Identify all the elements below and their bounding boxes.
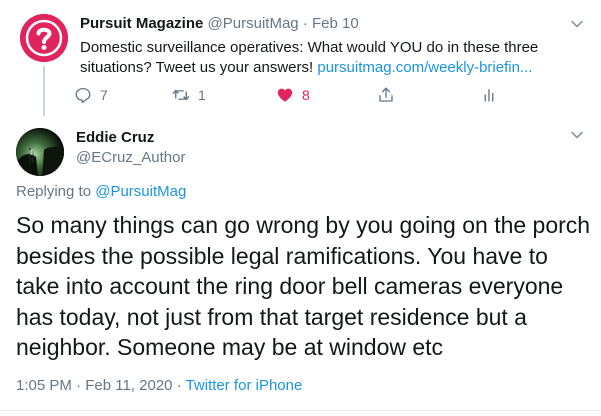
reply-count: 7 [100, 87, 108, 103]
parent-tweet-link[interactable]: pursuitmag.com/weekly-briefin... [317, 59, 532, 76]
pursuit-magazine-avatar[interactable] [20, 14, 68, 62]
parent-tweet-text: Domestic surveillance operatives: What w… [80, 38, 560, 78]
main-author-handle[interactable]: @ECruz_Author [76, 149, 185, 166]
chevron-down-icon [571, 20, 583, 28]
main-tweet-menu-button[interactable] [570, 128, 584, 142]
main-author-name[interactable]: Eddie Cruz [76, 129, 154, 146]
meta-separator: · [176, 377, 182, 394]
parent-tweet-actions: 7 1 8 [74, 84, 534, 106]
main-tweet-metadata: 1:05 PM · Feb 11, 2020 · Twitter for iPh… [16, 377, 302, 394]
retweet-icon [172, 89, 190, 101]
eddie-cruz-avatar[interactable] [16, 128, 64, 176]
parent-tweet-menu-button[interactable] [570, 17, 584, 31]
tweet-source-link[interactable]: Twitter for iPhone [186, 377, 303, 394]
tweet-divider [0, 410, 601, 411]
replying-to: Replying to @PursuitMag [16, 183, 186, 200]
share-button[interactable] [377, 84, 395, 106]
retweet-count: 1 [198, 87, 206, 103]
tweet-date[interactable]: Feb 11, 2020 [85, 377, 172, 394]
parent-author-name[interactable]: Pursuit Magazine [80, 15, 203, 32]
profile-photo [16, 128, 64, 176]
analytics-button[interactable] [480, 84, 498, 106]
heart-icon [277, 88, 293, 102]
question-mark-icon [20, 14, 68, 62]
like-count: 8 [302, 87, 310, 103]
chevron-down-icon [571, 131, 583, 139]
share-icon [379, 87, 393, 102]
thread-connector-line [43, 66, 45, 116]
tweet-time[interactable]: 1:05 PM [16, 377, 72, 394]
meta-separator: · [302, 15, 308, 32]
main-tweet-text: So many things can go wrong by you going… [16, 212, 591, 360]
replying-to-mention[interactable]: @PursuitMag [95, 183, 186, 200]
parent-tweet-header: Pursuit Magazine @PursuitMag · Feb 10 [80, 15, 359, 32]
replying-to-label: Replying to [16, 183, 92, 200]
analytics-icon [484, 89, 494, 102]
like-button[interactable]: 8 [276, 84, 310, 106]
parent-author-handle[interactable]: @PursuitMag [208, 15, 299, 32]
reply-icon [75, 87, 91, 104]
retweet-button[interactable]: 1 [172, 84, 206, 106]
parent-tweet-date[interactable]: Feb 10 [312, 15, 359, 32]
meta-separator: · [76, 377, 82, 394]
reply-button[interactable]: 7 [74, 84, 108, 106]
